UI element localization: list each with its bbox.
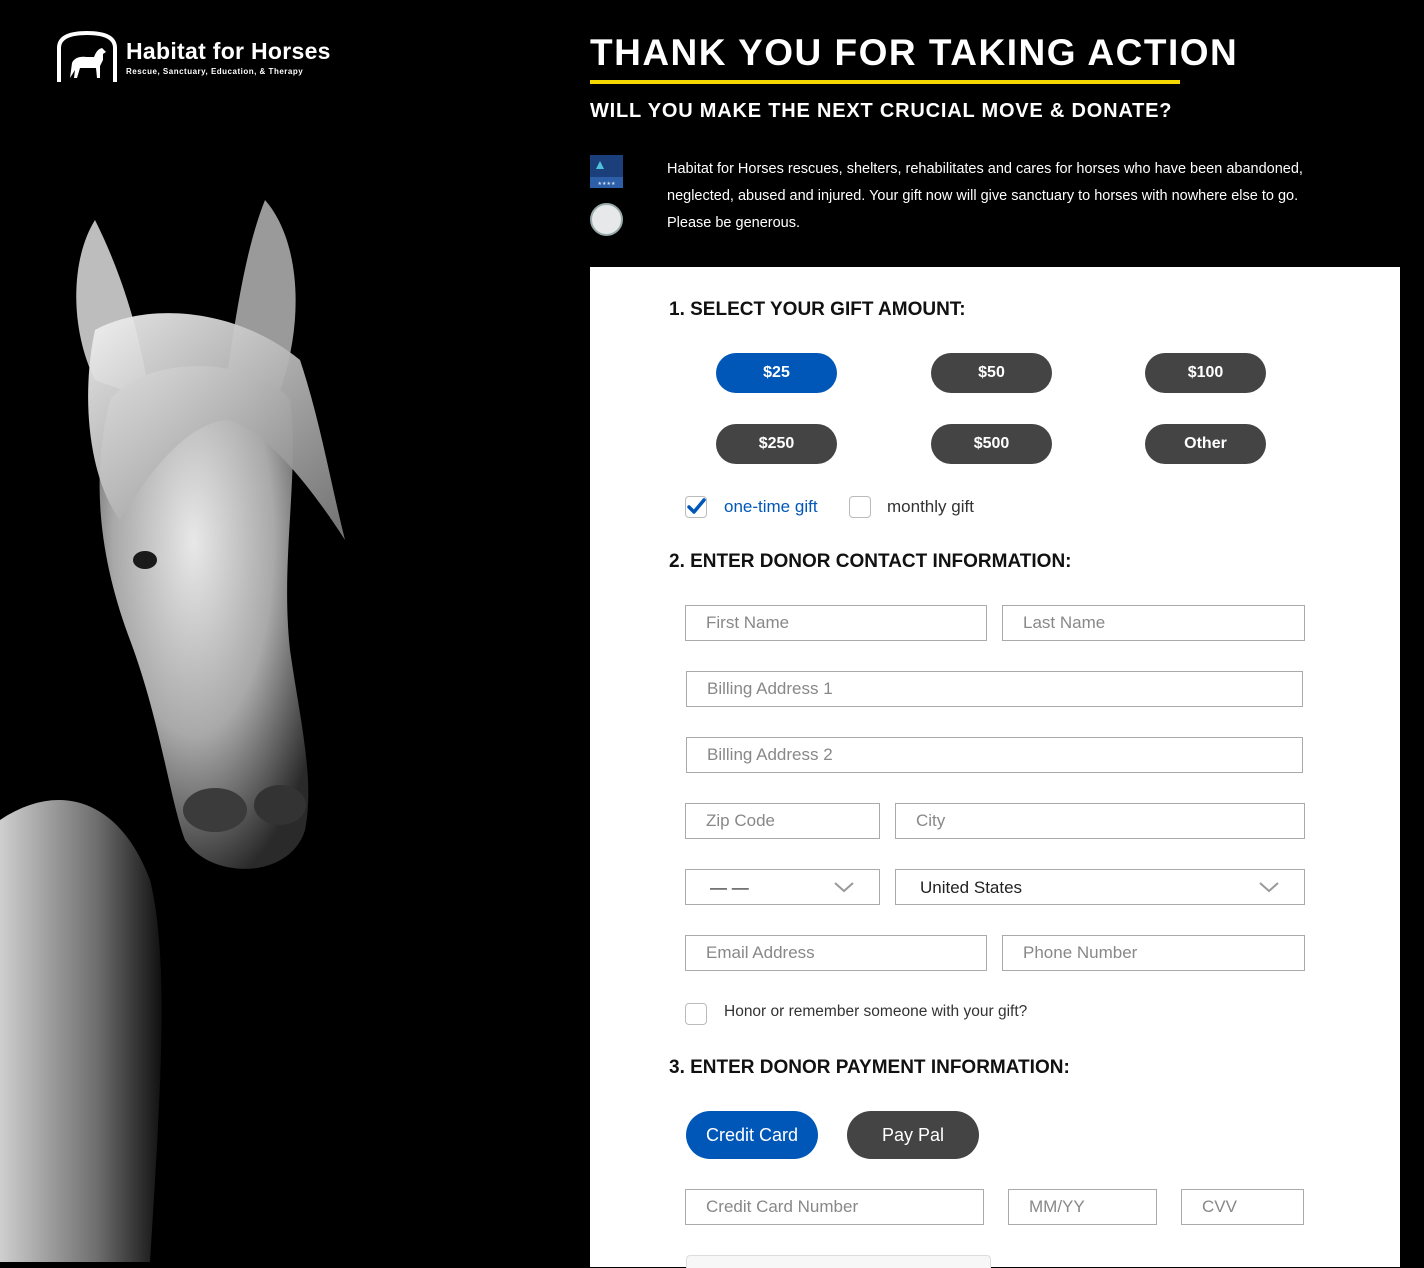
intro-text: Habitat for Horses rescues, shelters, re… (667, 161, 1303, 231)
first-name-input[interactable] (685, 605, 987, 641)
city-input[interactable] (895, 803, 1305, 839)
horse-photo (0, 0, 590, 1262)
amount-250-button[interactable]: $250 (716, 424, 837, 464)
last-name-input[interactable] (1002, 605, 1305, 641)
one-time-gift-label[interactable]: one-time gift (724, 497, 818, 517)
paypal-button[interactable]: Pay Pal (847, 1111, 979, 1159)
payment-info-heading: 3. ENTER DONOR PAYMENT INFORMATION: (669, 1057, 1070, 1078)
donation-form: 1. SELECT YOUR GIFT AMOUNT: $25 $50 $100… (590, 267, 1400, 1268)
contact-info-heading: 2. ENTER DONOR CONTACT INFORMATION: (669, 551, 1072, 572)
country-select-value: United States (920, 878, 1023, 897)
country-select[interactable]: United States (895, 869, 1305, 905)
credit-card-number-input[interactable] (685, 1189, 984, 1225)
credit-card-button[interactable]: Credit Card (686, 1111, 818, 1159)
checkmark-icon (687, 498, 706, 514)
phone-number-input[interactable] (1002, 935, 1305, 971)
email-address-input[interactable] (685, 935, 987, 971)
amount-25-button[interactable]: $25 (716, 353, 837, 393)
state-select[interactable]: — — (685, 869, 880, 905)
monthly-gift-label[interactable]: monthly gift (887, 497, 974, 517)
card-expiry-input[interactable] (1008, 1189, 1157, 1225)
card-cvv-input[interactable] (1181, 1189, 1304, 1225)
guidestar-seal-icon (590, 203, 623, 236)
honor-gift-checkbox[interactable] (685, 1003, 707, 1025)
brand-name: Habitat for Horses (126, 38, 331, 64)
billing-address-2-input[interactable] (686, 737, 1303, 773)
chevron-down-icon (834, 882, 854, 893)
page-title: THANK YOU FOR TAKING ACTION (590, 32, 1239, 73)
honor-gift-label[interactable]: Honor or remember someone with your gift… (724, 1003, 1027, 1021)
state-select-value: — — (710, 878, 749, 897)
svg-text:★★★★: ★★★★ (598, 181, 616, 187)
amount-100-button[interactable]: $100 (1145, 353, 1266, 393)
horse-barn-icon (57, 30, 117, 82)
amount-other-button[interactable]: Other (1145, 424, 1266, 464)
monthly-gift-checkbox[interactable] (849, 496, 871, 518)
charity-navigator-badge-icon: ★★★★ (590, 155, 623, 188)
amount-50-button[interactable]: $50 (931, 353, 1052, 393)
one-time-gift-checkbox[interactable] (685, 496, 707, 518)
amount-500-button[interactable]: $500 (931, 424, 1052, 464)
brand-logo[interactable]: Habitat for Horses Rescue, Sanctuary, Ed… (56, 30, 331, 84)
billing-address-1-input[interactable] (686, 671, 1303, 707)
chevron-down-icon (1259, 882, 1279, 893)
gift-amount-heading: 1. SELECT YOUR GIFT AMOUNT: (669, 299, 966, 320)
brand-tagline: Rescue, Sanctuary, Education, & Therapy (126, 67, 304, 76)
title-underline (590, 80, 1180, 84)
page-subtitle: WILL YOU MAKE THE NEXT CRUCIAL MOVE & DO… (590, 100, 1173, 122)
zip-code-input[interactable] (685, 803, 880, 839)
